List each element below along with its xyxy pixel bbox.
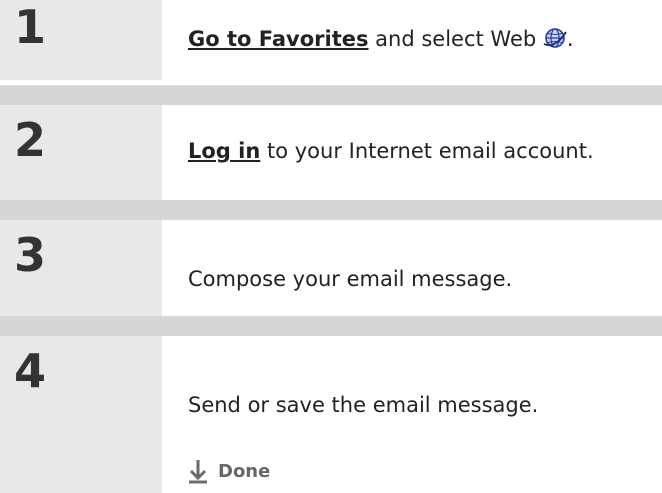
separator <box>0 85 662 105</box>
step-3: 3 Compose your email message. <box>0 220 662 316</box>
step-number: 2 <box>14 113 47 167</box>
separator <box>0 316 662 336</box>
step-text: Compose your email message. <box>188 267 512 291</box>
separator <box>0 200 662 220</box>
step-text-body: and select Web <box>368 27 537 51</box>
step-number-box: 2 <box>0 105 162 200</box>
log-in-link[interactable]: Log in <box>188 139 260 163</box>
step-text: Log in to your Internet email account. <box>188 139 594 163</box>
step-number: 4 <box>14 344 47 398</box>
step-number-box: 4 <box>0 336 162 493</box>
step-text-suffix: . <box>566 27 574 51</box>
step-2: 2 Log in to your Internet email account. <box>0 105 662 200</box>
step-text: Go to Favorites and select Web . <box>188 27 574 51</box>
down-arrow-icon <box>189 460 207 484</box>
step-text-body: to your Internet email account. <box>260 139 594 163</box>
globe-icon <box>543 28 567 48</box>
step-number-box: 1 <box>0 0 162 80</box>
step-number: 1 <box>14 0 47 54</box>
step-1: 1 Go to Favorites and select Web . <box>0 0 662 80</box>
step-text: Send or save the email message. <box>188 393 538 417</box>
step-4: 4 Send or save the email message. <box>0 336 662 493</box>
step-number-box: 3 <box>0 220 162 316</box>
go-to-favorites-link[interactable]: Go to Favorites <box>188 27 369 51</box>
step-text-body: Compose your email message. <box>188 267 513 291</box>
step-number: 3 <box>14 228 47 282</box>
done-label: Done <box>218 460 271 482</box>
step-text-body: Send or save the email message. <box>188 393 539 417</box>
done-marker: Done <box>188 458 270 484</box>
